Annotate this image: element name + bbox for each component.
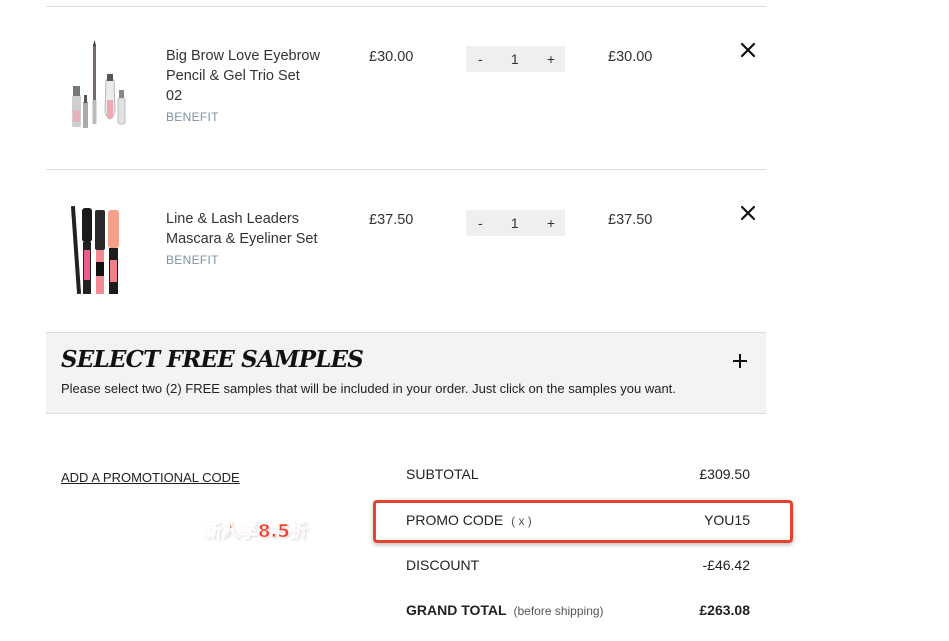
subtotal-label: SUBTOTAL (406, 466, 479, 482)
subtotal-value: £309.50 (699, 466, 750, 482)
promo-highlight-box (373, 500, 793, 543)
qty-increase-button[interactable]: + (547, 215, 555, 231)
close-icon[interactable] (740, 42, 756, 58)
divider (46, 169, 766, 170)
line-total: £30.00 (608, 49, 653, 65)
qty-increase-button[interactable]: + (547, 51, 555, 67)
samples-title: SELECT FREE SAMPLES (61, 346, 364, 373)
quantity-stepper: - 1 + (466, 210, 565, 236)
grand-total-note: (before shipping) (513, 604, 604, 618)
unit-price: £30.00 (369, 49, 414, 65)
discount-label: DISCOUNT (406, 557, 480, 573)
product-name[interactable]: Line & Lash Leaders Mascara & Eyeliner S… (166, 209, 336, 249)
grand-total-label: GRAND TOTAL (406, 602, 507, 618)
product-thumbnail[interactable] (62, 40, 132, 140)
qty-value[interactable]: 1 (511, 51, 519, 67)
divider (46, 6, 766, 7)
product-brand: BENEFIT (166, 110, 219, 124)
grand-total-value: £263.08 (699, 602, 750, 618)
samples-description: Please select two (2) FREE samples that … (61, 381, 676, 396)
product-brand: BENEFIT (166, 253, 219, 267)
discount-value: -£46.42 (702, 557, 750, 573)
free-samples-panel[interactable]: SELECT FREE SAMPLES Please select two (2… (46, 332, 766, 414)
product-thumbnail[interactable] (62, 202, 132, 302)
line-total: £37.50 (608, 212, 653, 228)
add-promo-code-link[interactable]: ADD A PROMOTIONAL CODE (61, 470, 240, 485)
close-icon[interactable] (740, 205, 756, 221)
promo-annotation: 新人享8.5折 (204, 521, 308, 543)
product-name[interactable]: Big Brow Love Eyebrow Pencil & Gel Trio … (166, 46, 336, 106)
quantity-stepper: - 1 + (466, 46, 565, 72)
qty-decrease-button[interactable]: - (478, 51, 483, 67)
grand-total-row: GRAND TOTAL (before shipping) (406, 602, 604, 618)
unit-price: £37.50 (369, 212, 414, 228)
plus-icon[interactable] (732, 353, 748, 369)
qty-value[interactable]: 1 (511, 215, 519, 231)
qty-decrease-button[interactable]: - (478, 215, 483, 231)
